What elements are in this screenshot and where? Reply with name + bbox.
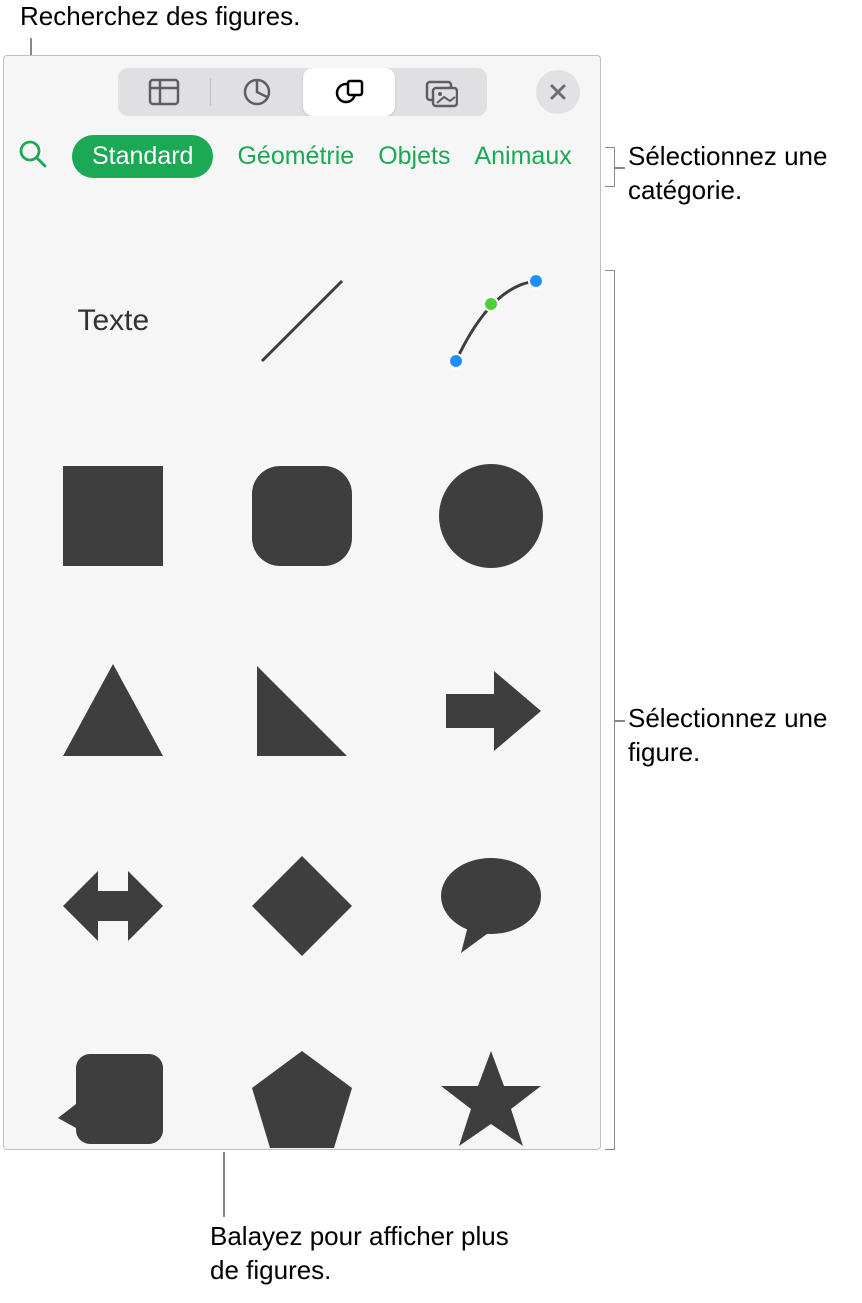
pentagon-icon	[247, 1046, 357, 1150]
category-geometrie[interactable]: Géométrie	[237, 142, 354, 171]
callout-square-icon	[58, 1046, 168, 1150]
text-icon: Texte	[77, 304, 149, 338]
insert-toolbar	[4, 56, 600, 126]
circle-icon	[436, 461, 546, 571]
shape-pentagon[interactable]	[213, 1006, 392, 1150]
search-icon[interactable]	[18, 139, 48, 174]
shape-arrow-right[interactable]	[401, 616, 580, 806]
callout-line	[223, 1152, 225, 1217]
triangle-icon	[58, 656, 168, 766]
category-objets[interactable]: Objets	[378, 142, 450, 171]
tab-shapes[interactable]	[303, 68, 395, 116]
callout-swipe: Balayez pour afficher plus de figures.	[210, 1220, 510, 1288]
rounded-square-icon	[247, 461, 357, 571]
tab-chart[interactable]	[211, 68, 303, 116]
bracket-shapes	[605, 270, 615, 1150]
shape-right-triangle[interactable]	[213, 616, 392, 806]
speech-bubble-icon	[436, 851, 546, 961]
tab-media[interactable]	[395, 68, 487, 116]
shape-rounded-square[interactable]	[213, 421, 392, 611]
category-row: Standard Géométrie Objets Animaux	[4, 126, 600, 186]
callout-shape: Sélectionnez une figure.	[628, 702, 858, 770]
category-standard[interactable]: Standard	[72, 135, 213, 178]
callout-search: Recherchez des figures.	[20, 0, 300, 34]
shape-arrow-left-right[interactable]	[24, 811, 203, 1001]
shape-star[interactable]	[401, 1006, 580, 1150]
callout-line	[615, 720, 625, 722]
shape-circle[interactable]	[401, 421, 580, 611]
callout-category: Sélectionnez une catégorie.	[628, 140, 858, 208]
curve-icon	[436, 266, 546, 376]
insert-tabs	[118, 68, 487, 116]
arrow-right-icon	[436, 656, 546, 766]
callout-line	[615, 167, 625, 169]
category-animaux[interactable]: Animaux	[474, 142, 571, 171]
arrow-left-right-icon	[58, 851, 168, 961]
square-icon	[58, 461, 168, 571]
shape-diamond[interactable]	[213, 811, 392, 1001]
line-icon	[247, 266, 357, 376]
shapes-panel: Standard Géométrie Objets Animaux Texte	[3, 55, 601, 1150]
shape-square[interactable]	[24, 421, 203, 611]
shape-speech-bubble[interactable]	[401, 811, 580, 1001]
tab-table[interactable]	[118, 68, 210, 116]
shape-curve[interactable]	[401, 226, 580, 416]
shape-callout-square[interactable]	[24, 1006, 203, 1150]
diamond-icon	[247, 851, 357, 961]
bracket-category	[605, 147, 615, 187]
shapes-grid[interactable]: Texte	[4, 186, 600, 1150]
close-button[interactable]	[536, 70, 580, 114]
star-icon	[436, 1046, 546, 1150]
right-triangle-icon	[247, 656, 357, 766]
shape-line[interactable]	[213, 226, 392, 416]
shape-text[interactable]: Texte	[24, 226, 203, 416]
shape-triangle[interactable]	[24, 616, 203, 806]
